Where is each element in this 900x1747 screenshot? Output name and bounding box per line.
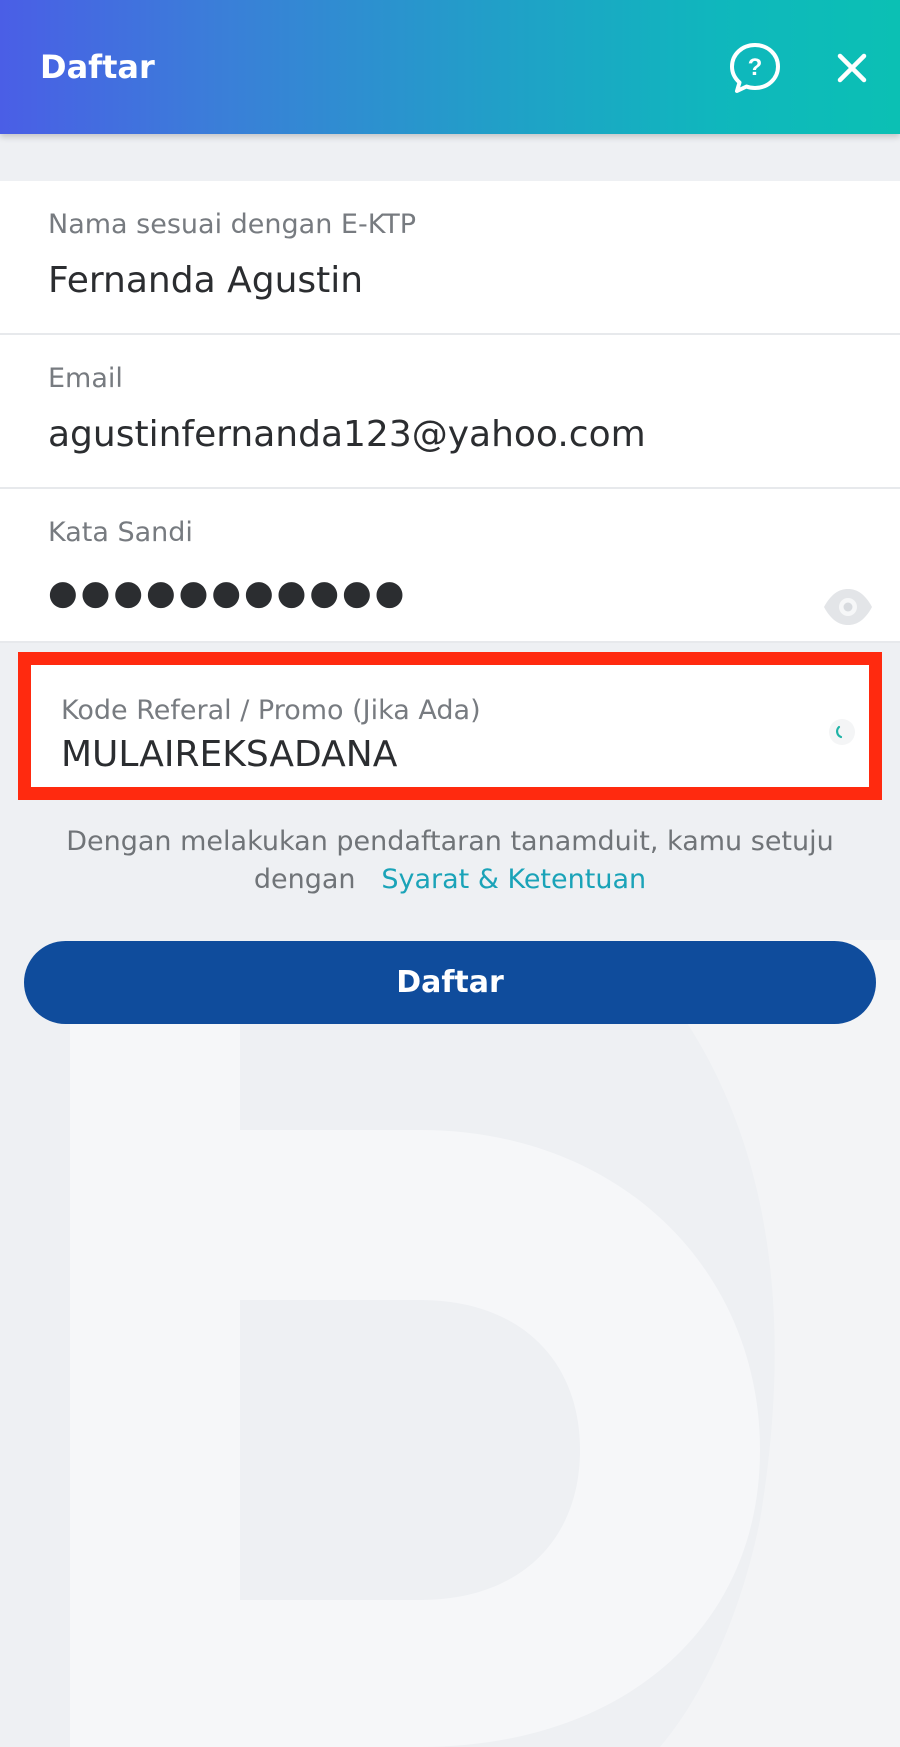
name-input[interactable]: Fernanda Agustin bbox=[48, 257, 363, 305]
help-question-icon[interactable]: ? bbox=[727, 40, 783, 96]
password-input[interactable]: ●●●●●●●●●●● bbox=[48, 569, 407, 617]
terms-link[interactable]: Syarat & Ketentuan bbox=[381, 864, 646, 895]
promo-code-input[interactable]: MULAIREKSADANA bbox=[61, 731, 397, 779]
terms-text: Dengan melakukan pendaftaran tanamduit, … bbox=[0, 823, 900, 899]
promo-code-label: Kode Referal / Promo (Jika Ada) bbox=[61, 695, 481, 726]
password-field[interactable]: Kata Sandi ●●●●●●●●●●● bbox=[0, 489, 900, 643]
terms-line-2: dengan Syarat & Ketentuan bbox=[0, 861, 900, 899]
email-field[interactable]: Email agustinfernanda123@yahoo.com bbox=[0, 335, 900, 489]
password-label: Kata Sandi bbox=[48, 517, 193, 548]
name-label: Nama sesuai dengan E-KTP bbox=[48, 209, 417, 240]
register-button[interactable]: Daftar bbox=[24, 941, 876, 1024]
close-icon[interactable] bbox=[828, 44, 876, 92]
registration-form: Nama sesuai dengan E-KTP Fernanda Agusti… bbox=[0, 181, 900, 643]
email-input[interactable]: agustinfernanda123@yahoo.com bbox=[48, 411, 646, 459]
page-title: Daftar bbox=[40, 48, 155, 86]
terms-line-1: Dengan melakukan pendaftaran tanamduit, … bbox=[66, 826, 834, 857]
email-label: Email bbox=[48, 363, 123, 394]
loading-spinner-icon bbox=[827, 717, 857, 747]
svg-text:?: ? bbox=[748, 54, 763, 81]
app-bar: Daftar ? bbox=[0, 0, 900, 134]
name-field[interactable]: Nama sesuai dengan E-KTP Fernanda Agusti… bbox=[0, 181, 900, 335]
eye-icon[interactable] bbox=[822, 585, 874, 629]
terms-prefix: dengan bbox=[253, 864, 356, 895]
promo-code-field[interactable]: Kode Referal / Promo (Jika Ada) MULAIREK… bbox=[18, 652, 882, 800]
